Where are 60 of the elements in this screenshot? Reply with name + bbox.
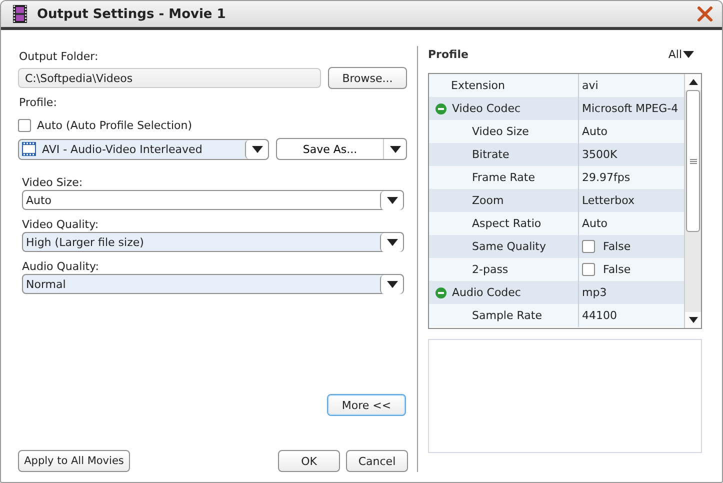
- filter-dropdown[interactable]: All: [668, 48, 694, 61]
- caret-icon: [683, 51, 694, 58]
- grip-icon: [690, 158, 696, 164]
- caret-icon: [386, 238, 398, 246]
- property-name: Bitrate: [472, 148, 510, 161]
- dropdown[interactable]: Normal: [22, 274, 404, 294]
- property-value: False: [603, 263, 631, 276]
- property-name: Video Size: [472, 125, 529, 138]
- property-value: mp3: [582, 286, 607, 299]
- ok-button[interactable]: OK: [278, 450, 340, 472]
- film-icon: [13, 5, 27, 23]
- field-label: Video Size:: [22, 176, 84, 190]
- field-label: Output Folder:: [19, 50, 100, 64]
- save-as-button[interactable]: Save As...: [276, 138, 407, 160]
- collapse-icon[interactable]: [435, 286, 447, 298]
- property-name: 2-pass: [472, 263, 508, 276]
- property-name: Zoom: [472, 194, 504, 207]
- field-label: Profile:: [19, 96, 58, 110]
- caret-icon: [252, 146, 262, 152]
- checkbox[interactable]: [582, 263, 595, 276]
- video-file-icon: [22, 142, 36, 156]
- checkbox-label: Auto (Auto Profile Selection): [37, 119, 192, 132]
- collapse-icon[interactable]: [435, 102, 447, 114]
- more-button[interactable]: More <<: [327, 394, 406, 416]
- property-value: 44100: [582, 309, 617, 322]
- property-value: 3500K: [582, 148, 618, 161]
- property-value: Auto: [582, 217, 608, 230]
- browse-button[interactable]: Browse...: [328, 67, 407, 89]
- property-name: Aspect Ratio: [472, 217, 542, 230]
- dropdown[interactable]: High (Larger file size): [22, 232, 404, 252]
- window-title: Output Settings - Movie 1: [37, 6, 227, 22]
- property-value: Auto: [582, 125, 608, 138]
- property-name: Same Quality: [472, 240, 546, 253]
- caret-icon: [390, 146, 400, 152]
- checkbox[interactable]: [18, 119, 31, 132]
- property-value: Letterbox: [582, 194, 635, 207]
- property-name: Audio Codec: [452, 286, 521, 299]
- apply-all-button[interactable]: Apply to All Movies: [18, 450, 130, 472]
- caret-icon: [386, 196, 398, 204]
- profile-dropdown[interactable]: AVI - Audio-Video Interleaved: [18, 138, 269, 160]
- checkbox[interactable]: [582, 240, 595, 253]
- property-value: avi: [582, 79, 598, 92]
- scroll-down-icon[interactable]: [688, 317, 698, 323]
- close-icon[interactable]: [696, 5, 714, 23]
- field-label: Audio Quality:: [22, 260, 100, 274]
- property-value: Microsoft MPEG-4: [582, 102, 678, 115]
- scroll-up-icon[interactable]: [688, 79, 698, 85]
- property-value: 29.97fps: [582, 171, 630, 184]
- panel-title: Profile: [428, 48, 468, 61]
- property-name: Sample Rate: [472, 309, 542, 322]
- dropdown[interactable]: Auto: [22, 190, 404, 210]
- caret-icon: [386, 280, 398, 288]
- scrollbar[interactable]: [684, 74, 701, 328]
- property-name: Extension: [451, 79, 506, 92]
- field-label: Video Quality:: [22, 218, 100, 232]
- property-value: False: [603, 240, 631, 253]
- property-name: Frame Rate: [472, 171, 535, 184]
- folder-field[interactable]: C:\Softpedia\Videos: [18, 68, 321, 88]
- cancel-button[interactable]: Cancel: [346, 450, 408, 472]
- property-name: Video Codec: [452, 102, 521, 115]
